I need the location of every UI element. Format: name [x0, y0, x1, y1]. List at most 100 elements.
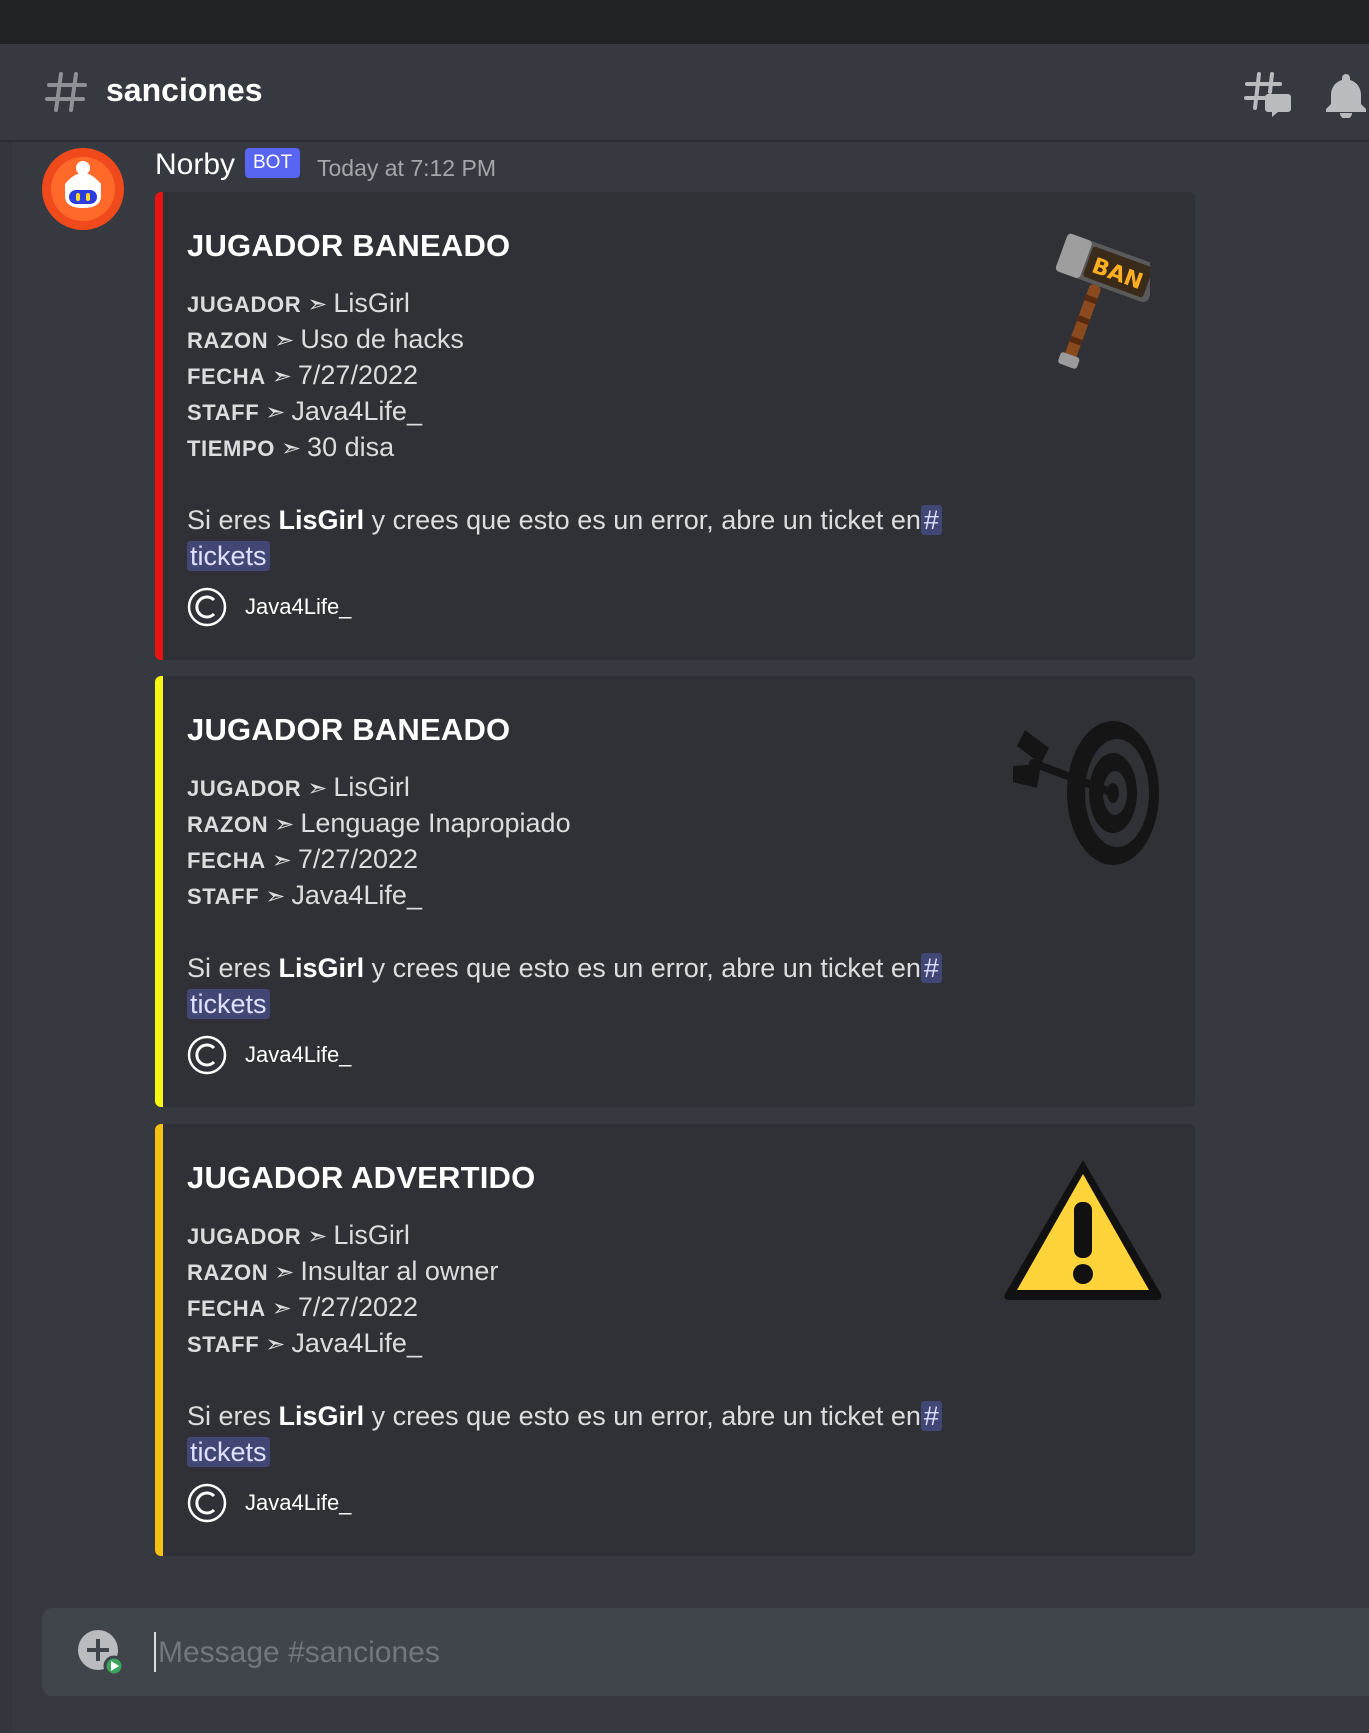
arrow-icon: ➣ [307, 1223, 328, 1250]
embed-field: JUGADOR ➣ LisGirl [187, 772, 410, 806]
field-key: RAZON [187, 812, 269, 837]
arrow-icon: ➣ [265, 399, 286, 426]
field-value: LisGirl [333, 288, 410, 318]
field-value: Java4Life_ [291, 880, 422, 910]
channel-mention-hash[interactable]: # [920, 505, 942, 535]
embed-field: JUGADOR ➣ LisGirl [187, 288, 410, 322]
desc-text: Si eres [187, 505, 279, 535]
embed-card: JUGADOR BANEADO JUGADOR ➣ LisGirl RAZON ➣ Le… [155, 676, 1195, 1107]
desc-text: y crees que esto es un error, abre un ti… [364, 1401, 921, 1431]
field-value: Java4Life_ [291, 396, 422, 426]
embed-footer-text: Java4Life_ [245, 1490, 352, 1515]
sidebar-edge [0, 142, 12, 1733]
arrow-icon: ➣ [265, 1331, 286, 1358]
channel-mention-hash[interactable]: # [920, 1401, 942, 1431]
field-key: FECHA [187, 848, 266, 873]
embed-title: JUGADOR BANEADO [187, 712, 511, 747]
window-top-bar [0, 0, 1369, 44]
channel-mention-tickets[interactable]: tickets [187, 541, 270, 571]
field-value: Java4Life_ [291, 1328, 422, 1358]
desc-text: Si eres [187, 1401, 279, 1431]
message-author[interactable]: Norby [155, 148, 235, 182]
copyright-icon [187, 1483, 227, 1523]
field-value: Lenguage Inapropiado [300, 808, 571, 838]
threads-icon[interactable] [1244, 70, 1292, 118]
field-key: JUGADOR [187, 292, 302, 317]
field-key: STAFF [187, 884, 260, 909]
embed-field: STAFF ➣ Java4Life_ [187, 880, 422, 914]
desc-username: LisGirl [278, 1401, 365, 1431]
copyright-icon [187, 1035, 227, 1075]
embed-field: STAFF ➣ Java4Life_ [187, 1328, 422, 1362]
field-value: Insultar al owner [300, 1256, 499, 1286]
field-value: LisGirl [333, 772, 410, 802]
embed-card: JUGADOR BANEADO JUGADOR ➣ LisGirl RAZON ➣ Us… [155, 192, 1195, 660]
arrow-icon: ➣ [307, 775, 328, 802]
message-input[interactable] [156, 1626, 1160, 1680]
arrow-icon: ➣ [307, 291, 328, 318]
channel-hash-icon [45, 72, 87, 112]
arrow-icon: ➣ [271, 1295, 292, 1322]
embed-field: STAFF ➣ Java4Life_ [187, 396, 422, 430]
target-icon [1013, 721, 1159, 865]
embed-description: Si eres LisGirl y crees que esto es un e… [187, 1398, 967, 1470]
embed-field: JUGADOR ➣ LisGirl [187, 1220, 410, 1254]
message-composer [42, 1608, 1369, 1696]
notification-bell-icon[interactable] [1324, 70, 1368, 118]
arrow-icon: ➣ [280, 435, 302, 462]
channel-mention-tickets[interactable]: tickets [187, 989, 270, 1019]
field-key: STAFF [187, 400, 260, 425]
field-key: STAFF [187, 1332, 260, 1357]
field-key: TIEMPO [187, 436, 275, 461]
field-key: FECHA [187, 1296, 266, 1321]
arrow-icon: ➣ [274, 327, 295, 354]
channel-name: sanciones [106, 72, 263, 108]
field-key: FECHA [187, 364, 266, 389]
channel-mention-tickets[interactable]: tickets [187, 1437, 270, 1467]
embed-field: FECHA ➣ 7/27/2022 [187, 1292, 418, 1326]
embed-footer-text: Java4Life_ [245, 1042, 352, 1067]
copyright-icon [187, 587, 227, 627]
embed-field: TIEMPO ➣ 30 disa [187, 432, 394, 466]
arrow-icon: ➣ [271, 363, 292, 390]
embed-card: JUGADOR ADVERTIDO JUGADOR ➣ LisGirl RAZON ➣… [155, 1124, 1195, 1556]
embed-field: RAZON ➣ Uso de hacks [187, 324, 464, 358]
arrow-icon: ➣ [274, 811, 295, 838]
bot-avatar[interactable] [42, 148, 124, 230]
arrow-icon: ➣ [271, 847, 292, 874]
embed-color-bar [155, 676, 163, 1107]
embed-field: RAZON ➣ Insultar al owner [187, 1256, 498, 1290]
field-value: LisGirl [333, 1220, 410, 1250]
channel-header: sanciones [0, 44, 1369, 142]
desc-username: LisGirl [278, 505, 365, 535]
embed-footer-text: Java4Life_ [245, 594, 352, 619]
arrow-icon: ➣ [265, 883, 286, 910]
desc-text: Si eres [187, 953, 279, 983]
field-key: RAZON [187, 328, 269, 353]
embed-color-bar [155, 1124, 163, 1556]
embed-title: JUGADOR ADVERTIDO [187, 1160, 536, 1195]
warning-icon [1004, 1160, 1162, 1300]
desc-username: LisGirl [278, 953, 365, 983]
field-key: RAZON [187, 1260, 269, 1285]
arrow-icon: ➣ [274, 1259, 295, 1286]
message-timestamp: Today at 7:12 PM [317, 155, 496, 181]
field-value: 30 disa [307, 432, 395, 462]
embed-field: FECHA ➣ 7/27/2022 [187, 844, 418, 878]
field-key: JUGADOR [187, 776, 302, 801]
field-value: 7/27/2022 [297, 1292, 419, 1322]
embed-description: Si eres LisGirl y crees que esto es un e… [187, 502, 967, 574]
field-value: 7/27/2022 [297, 360, 419, 390]
embed-title: JUGADOR BANEADO [187, 228, 511, 263]
embed-footer: Java4Life_ [187, 1033, 351, 1077]
field-value: Uso de hacks [300, 324, 464, 354]
field-value: 7/27/2022 [297, 844, 419, 874]
desc-text: y crees que esto es un error, abre un ti… [364, 953, 921, 983]
field-key: JUGADOR [187, 1224, 302, 1249]
channel-mention-hash[interactable]: # [920, 953, 942, 983]
desc-text: y crees que esto es un error, abre un ti… [364, 505, 921, 535]
ban-hammer-icon: BAN [1055, 233, 1150, 369]
embed-footer: Java4Life_ [187, 1481, 351, 1525]
embed-field: RAZON ➣ Lenguage Inapropiado [187, 808, 571, 842]
add-attachment-icon[interactable] [78, 1630, 124, 1676]
